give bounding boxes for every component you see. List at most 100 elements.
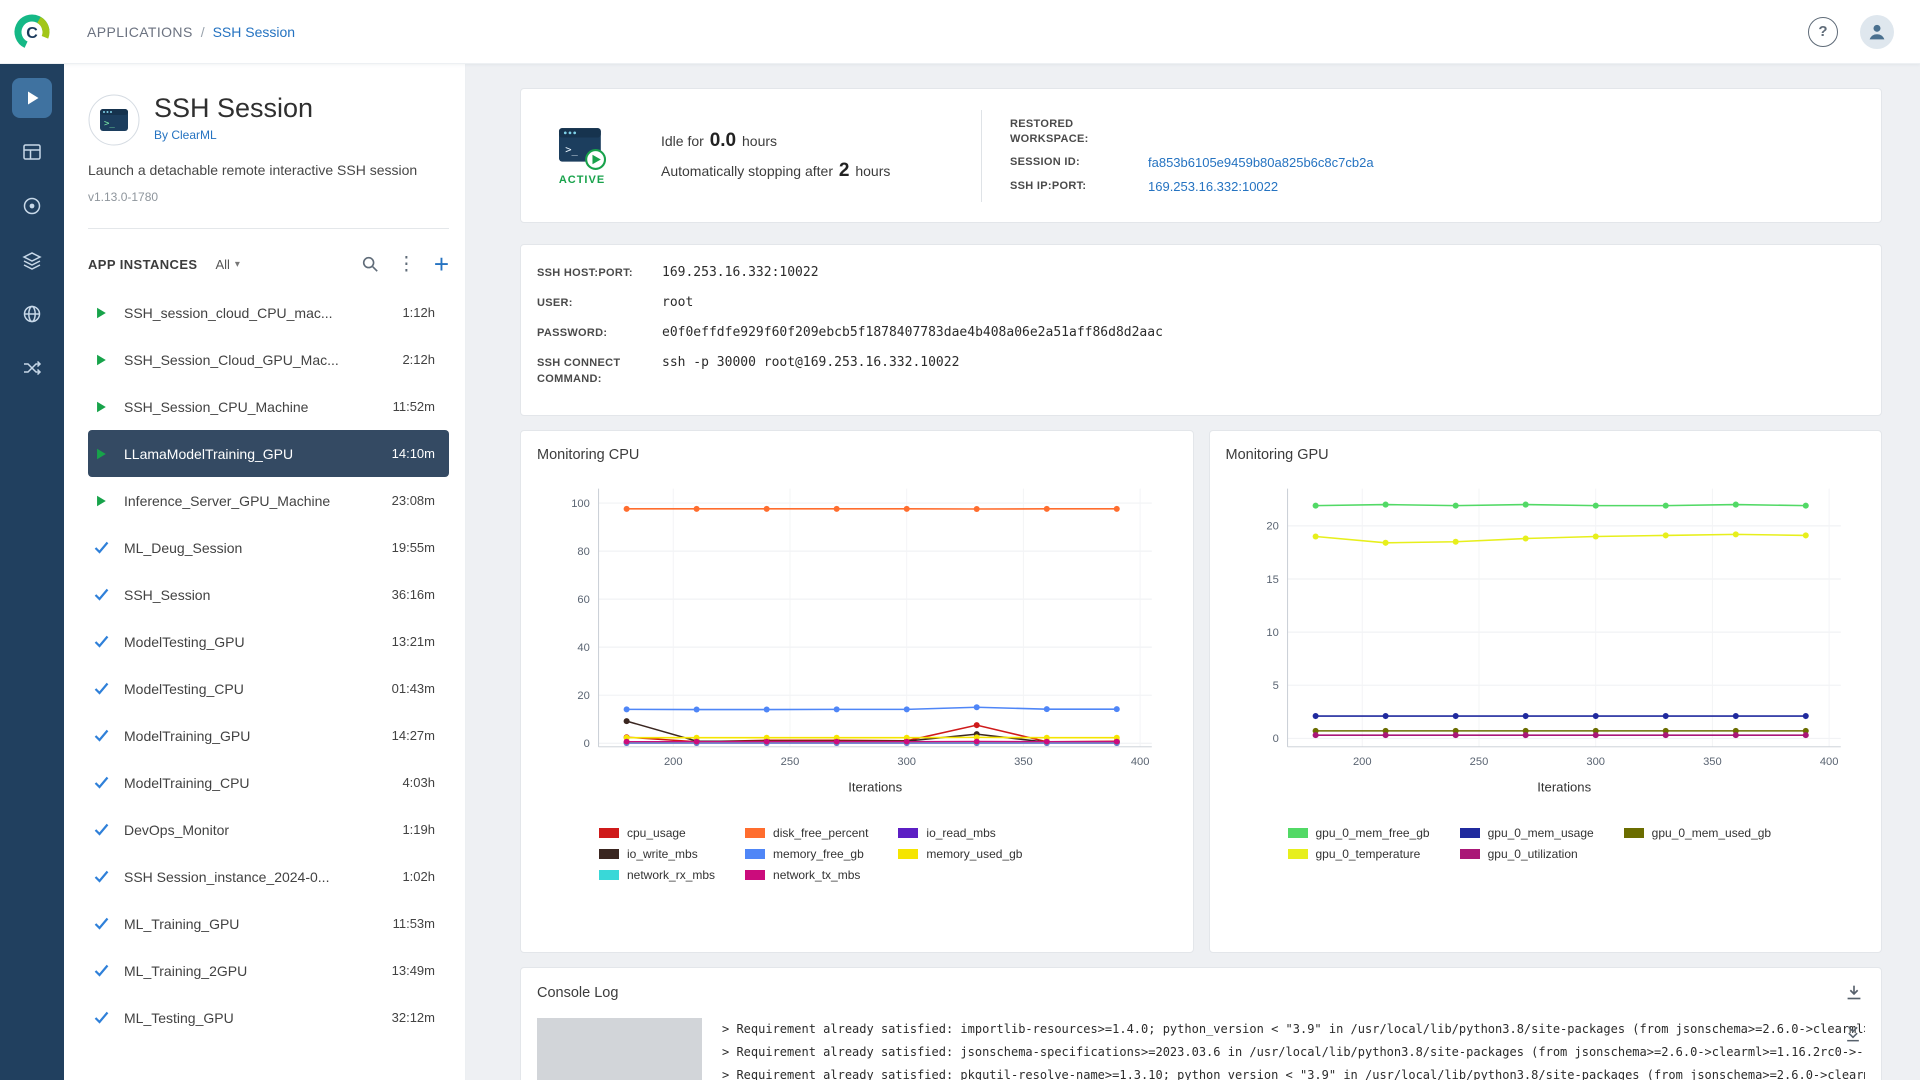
app-instance-row[interactable]: LLamaModelTraining_GPU 14:10m [88,430,449,477]
legend-item[interactable]: cpu_usage [599,826,715,840]
instance-name: LLamaModelTraining_GPU [124,446,382,462]
legend-item[interactable]: network_tx_mbs [745,868,868,882]
legend-item[interactable]: gpu_0_mem_free_gb [1288,826,1430,840]
app-instance-row[interactable]: SSH_session_cloud_CPU_mac... 1:12h [88,289,449,336]
help-icon[interactable]: ? [1808,17,1838,47]
kebab-menu-icon[interactable]: ⋮ [397,255,416,274]
chart-series-cpu_usage [627,725,1117,742]
running-status-icon [94,353,108,367]
completed-status-icon [93,821,110,838]
svg-text:C: C [26,25,38,42]
search-icon[interactable] [361,255,379,273]
sidebar-item-applications[interactable] [12,78,52,118]
app-instance-row[interactable]: ModelTraining_GPU 14:27m [88,712,449,759]
detail-value[interactable]: root [662,295,693,312]
app-instance-row[interactable]: ML_Testing_GPU 32:12m [88,994,449,1041]
svg-text:15: 15 [1266,574,1278,586]
instance-time: 11:53m [393,916,435,931]
detail-label: SSH CONNECT COMMAND: [537,355,662,388]
cpu-chart-plot[interactable]: 020406080100200250300350400Iterations [537,477,1177,807]
app-instance-row[interactable]: SSH_Session 36:16m [88,571,449,618]
instance-name: ML_Testing_GPU [124,1010,382,1026]
detail-value[interactable]: 169.253.16.332:10022 [662,265,819,282]
sidebar-item-workers-queues[interactable] [12,348,52,388]
detail-label: PASSWORD: [537,325,662,342]
app-panel: >_ SSH Session By ClearML Launch a detac… [64,64,466,1080]
download-log-icon[interactable] [1843,982,1865,1004]
legend-item[interactable]: gpu_0_temperature [1288,847,1430,861]
legend-item[interactable]: gpu_0_mem_used_gb [1624,826,1771,840]
legend-item[interactable]: io_read_mbs [898,826,1022,840]
detail-row: USER: root [537,295,1865,312]
byline-link[interactable]: By ClearML [154,128,313,142]
legend-item[interactable]: memory_used_gb [898,847,1022,861]
detail-row: SSH CONNECT COMMAND: ssh -p 30000 root@1… [537,355,1865,388]
user-avatar[interactable] [1860,15,1894,49]
legend-item[interactable]: memory_free_gb [745,847,868,861]
svg-text:40: 40 [577,642,589,654]
breadcrumb-applications[interactable]: APPLICATIONS [87,24,193,40]
sidebar-item-projects[interactable] [12,132,52,172]
app-instance-row[interactable]: ModelTesting_CPU 01:43m [88,665,449,712]
sidebar-item-pipelines[interactable] [12,186,52,226]
instance-name: ModelTesting_GPU [124,634,382,650]
session-timers: Idle for 0.0 hours Automatically stoppin… [661,126,971,186]
clearml-logo-icon: C [12,12,52,52]
legend-item[interactable]: gpu_0_utilization [1460,847,1594,861]
instances-filter-dropdown[interactable]: All ▾ [215,257,239,272]
app-instance-row[interactable]: Inference_Server_GPU_Machine 23:08m [88,477,449,524]
legend-swatch [745,849,765,859]
app-instance-row[interactable]: ModelTesting_GPU 13:21m [88,618,449,665]
instance-time: 19:55m [392,540,435,555]
svg-text:10: 10 [1266,627,1278,639]
chevron-down-icon: ▾ [235,259,240,270]
completed-status-icon [93,727,110,744]
completed-status-icon [93,1009,110,1026]
app-instance-row[interactable]: DevOps_Monitor 1:19h [88,806,449,853]
session-id-value[interactable]: fa853b6105e9459b80a825b6c8c7cb2a [1148,155,1374,170]
instance-time: 13:49m [392,963,435,978]
legend-item[interactable]: gpu_0_mem_usage [1460,826,1594,840]
app-instance-row[interactable]: SSH_Session_CPU_Machine 11:52m [88,383,449,430]
legend-item[interactable]: network_rx_mbs [599,868,715,882]
instance-time: 1:12h [402,305,435,320]
instance-name: SSH_session_cloud_CPU_mac... [124,305,392,321]
clearml-logo[interactable]: C [0,12,64,52]
svg-text:100: 100 [571,498,590,510]
detail-row: PASSWORD: e0f0effdfe929f60f209ebcb5f1878… [537,325,1865,342]
gpu-chart-plot[interactable]: 05101520200250300350400Iterations [1226,477,1866,807]
instance-name: ML_Training_2GPU [124,963,382,979]
sidebar-item-reports[interactable] [12,294,52,334]
app-instance-row[interactable]: ML_Training_GPU 11:53m [88,900,449,947]
datasets-icon [21,249,43,271]
legend-swatch [1288,849,1308,859]
app-instance-row[interactable]: ML_Training_2GPU 13:49m [88,947,449,994]
ssh-ip-port-value[interactable]: 169.253.16.332:10022 [1148,179,1374,194]
svg-text:300: 300 [897,756,916,768]
legend-swatch [1460,849,1480,859]
console-gutter [537,1018,702,1080]
legend-label: memory_used_gb [926,847,1022,861]
svg-text:0: 0 [584,738,590,750]
detail-value[interactable]: ssh -p 30000 root@169.253.16.332.10022 [662,355,959,388]
legend-item[interactable]: io_write_mbs [599,847,715,861]
legend-item[interactable]: disk_free_percent [745,826,868,840]
app-instance-row[interactable]: SSH Session_instance_2024-0... 1:02h [88,853,449,900]
ssh-ip-port-label: SSH IP:PORT: [1010,179,1148,194]
app-version: v1.13.0-1780 [88,190,449,204]
scroll-to-end-icon[interactable] [1843,1024,1863,1044]
app-instance-row[interactable]: SSH_Session_Cloud_GPU_Mac... 2:12h [88,336,449,383]
sidebar-item-datasets[interactable] [12,240,52,280]
person-icon [1866,21,1888,43]
running-status-icon [94,447,108,461]
completed-status-icon [93,539,110,556]
left-rail [0,64,64,1080]
session-info: RESTORED WORKSPACE: SESSION ID: fa853b61… [1010,117,1374,195]
app-instance-row[interactable]: ML_Deug_Session 19:55m [88,524,449,571]
app-instance-row[interactable]: ModelTraining_CPU 4:03h [88,759,449,806]
restored-workspace-label: RESTORED WORKSPACE: [1010,117,1148,147]
console-lines[interactable]: > Requirement already satisfied: importl… [722,1018,1865,1080]
console-log-line: > Requirement already satisfied: jsonsch… [722,1041,1865,1064]
detail-value[interactable]: e0f0effdfe929f60f209ebcb5f1878407783dae4… [662,325,1163,342]
add-instance-button[interactable]: + [434,251,449,277]
